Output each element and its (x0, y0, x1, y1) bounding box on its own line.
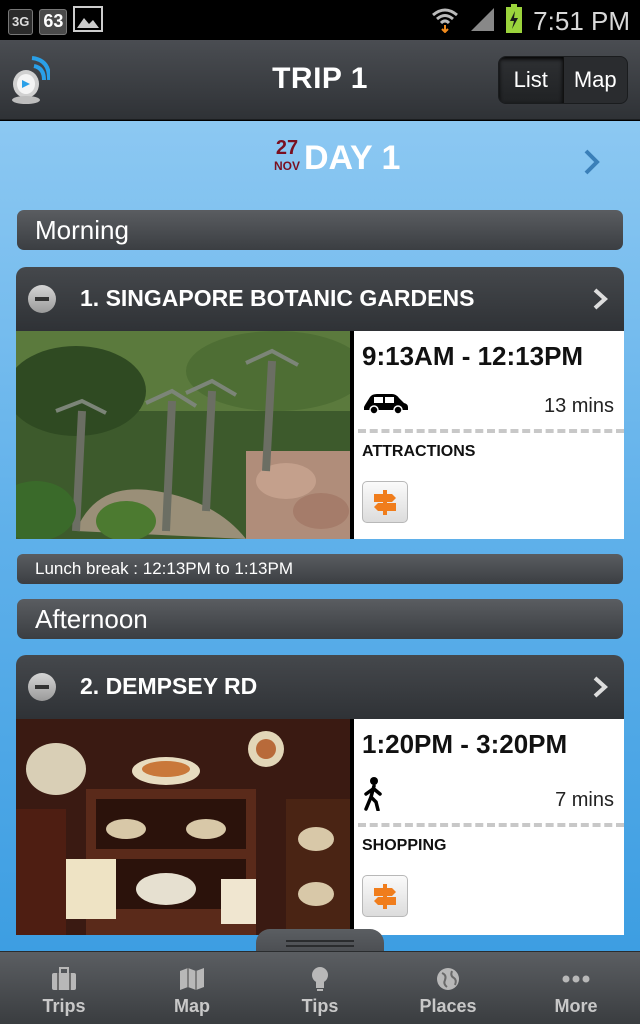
tab-label: Trips (42, 996, 86, 1016)
notification-count-badge: 63 (39, 8, 68, 35)
view-toggle: List Map (498, 56, 628, 104)
lightbulb-icon (305, 966, 335, 992)
divider (358, 429, 624, 433)
itinerary-card[interactable]: 1. SINGAPORE BOTANIC GARDENS 9:13AM - 12… (16, 267, 624, 539)
itinerary-card[interactable]: 2. DEMPSEY RD 1:20PM - 3:20PM 7 mins SHO… (16, 655, 624, 935)
place-photo[interactable] (16, 331, 350, 539)
travel-time: 13 mins (543, 395, 614, 417)
place-title: 1. SINGAPORE BOTANIC GARDENS (80, 285, 475, 311)
next-day-chevron-icon[interactable] (582, 147, 602, 177)
signpost-icon[interactable] (362, 481, 408, 523)
signal-icon (469, 6, 495, 37)
card-body: 9:13AM - 12:13PM 13 mins ATTRACTIONS (16, 331, 624, 539)
itinerary-content[interactable]: 27 NOV DAY 1 Morning 1. SINGAPORE BOTANI… (0, 121, 640, 951)
walking-icon (362, 777, 384, 816)
suitcase-icon (49, 966, 79, 992)
wifi-icon (431, 5, 459, 38)
tab-map[interactable]: Map (128, 952, 256, 1024)
card-body: 1:20PM - 3:20PM 7 mins SHOPPING (16, 719, 624, 935)
more-dots-icon (561, 966, 591, 992)
lunch-break-bar: Lunch break : 12:13PM to 1:13PM (17, 554, 623, 584)
tab-label: Tips (301, 996, 339, 1016)
list-view-button[interactable]: List (499, 57, 563, 103)
date-badge: 27 NOV (274, 137, 300, 173)
collapse-minus-icon[interactable] (28, 673, 56, 701)
section-afternoon: Afternoon (17, 599, 623, 639)
signpost-icon[interactable] (362, 875, 408, 917)
visit-info: 1:20PM - 3:20PM 7 mins SHOPPING (350, 719, 624, 935)
chevron-right-icon[interactable] (592, 287, 610, 311)
tab-trips[interactable]: Trips (0, 952, 128, 1024)
map-icon (177, 966, 207, 992)
place-title: 2. DEMPSEY RD (80, 673, 258, 699)
bottom-tab-bar: Trips Map Tips Places More (0, 951, 640, 1024)
travel-time: 7 mins (555, 789, 614, 811)
date-month: NOV (274, 159, 301, 173)
status-bar: 3G 63 7:51 PM (0, 0, 640, 40)
map-view-button[interactable]: Map (562, 57, 628, 103)
network-3g-icon: 3G (8, 8, 34, 35)
app-header: TRIP 1 List Map (0, 40, 640, 120)
section-morning: Morning (17, 210, 623, 250)
battery-charging-icon (505, 4, 523, 39)
date-day: 27 (275, 137, 299, 159)
day-title: DAY 1 (304, 139, 401, 177)
clock: 7:51 PM (533, 6, 630, 36)
card-header[interactable]: 1. SINGAPORE BOTANIC GARDENS (16, 267, 624, 331)
tab-places[interactable]: Places (384, 952, 512, 1024)
image-notification-icon (73, 6, 104, 37)
collapse-minus-icon[interactable] (28, 285, 56, 313)
category-label: SHOPPING (362, 837, 447, 854)
tab-tips[interactable]: Tips (256, 952, 384, 1024)
category-label: ATTRACTIONS (362, 443, 476, 460)
card-header[interactable]: 2. DEMPSEY RD (16, 655, 624, 719)
time-range: 1:20PM - 3:20PM (362, 729, 568, 759)
chevron-right-icon[interactable] (592, 675, 610, 699)
globe-icon (433, 966, 463, 992)
time-range: 9:13AM - 12:13PM (362, 341, 584, 371)
tab-more[interactable]: More (512, 952, 640, 1024)
day-header: 27 NOV DAY 1 (0, 137, 640, 197)
tab-label: Places (419, 996, 477, 1016)
divider (358, 823, 624, 827)
car-icon (362, 391, 410, 420)
tab-label: Map (174, 996, 210, 1016)
visit-info: 9:13AM - 12:13PM 13 mins ATTRACTIONS (350, 331, 624, 539)
tab-label: More (554, 996, 598, 1016)
place-photo[interactable] (16, 719, 350, 935)
